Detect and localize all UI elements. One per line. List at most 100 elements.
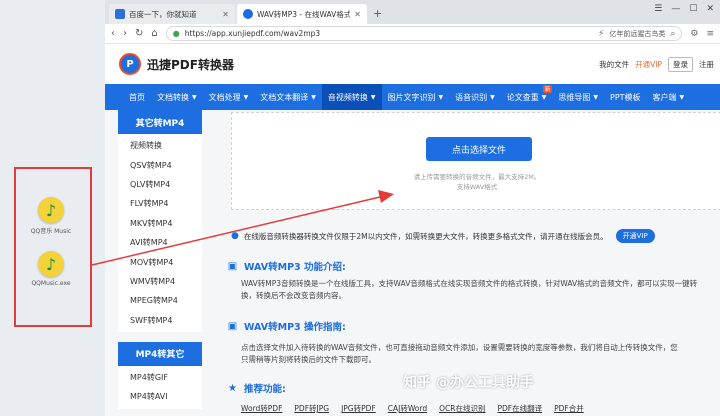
sidebar-item[interactable]: QSV转MP4 [118,155,202,174]
lightning-icon[interactable]: ⚡ [598,29,604,39]
tab-label: 百度一下，你就知道 [129,9,197,19]
desktop-icon-label: QQ音乐 Music [30,228,72,235]
nav-item[interactable]: PPT模板 [604,84,647,110]
desktop-icon-qqmusic[interactable]: ♪ QQ音乐 Music [20,197,82,235]
minimize-icon[interactable]: — [671,4,680,14]
guide-line: 只需稍等片刻将转换后的文件下载即可。 [241,355,376,364]
nav-item-label: 论文查重 [506,92,539,102]
nav-item[interactable]: 语音识别 ▼ [449,84,501,110]
sidebar-group-title: 其它转MP4 [118,110,202,134]
desktop-icon-qqmusic-exe[interactable]: ♪ QQMusic.exe [20,251,82,287]
maximize-icon[interactable]: ☐ [689,4,697,14]
nav-item-label: 客户端 [652,92,677,102]
recommend-title-text: 推荐功能: [244,384,286,395]
new-tab-button[interactable]: + [373,4,382,24]
sidebar-item[interactable]: SWF转MP4 [118,311,202,330]
star-icon: ★ [228,382,237,394]
vip-link[interactable]: 开通VIP [635,59,662,70]
sidebar-item[interactable]: AVI转MP4 [118,233,202,252]
upload-note: 请上传需要转换的音频文件，最大支持2M。 [413,173,541,181]
sidebar-item[interactable]: FLV转MP4 [118,194,202,213]
nav-item[interactable]: 论文查重 ▼ 新 [501,84,553,110]
sidebar-item[interactable]: MPEG转MP4 [118,291,202,310]
login-button[interactable]: 登录 [668,57,693,72]
upload-dropzone[interactable]: 点击选择文件 请上传需要转换的音频文件，最大支持2M。 支持WAV格式 [231,112,720,210]
sidebar-item[interactable]: MKV转MP4 [118,214,202,233]
sidebar-item[interactable]: 视频转换 [118,136,202,155]
sidebar-item[interactable]: MP4转AVI [118,387,202,406]
tab-baidu[interactable]: 百度一下，你就知道 ✕ [109,4,235,24]
document-icon: ▣ [227,260,238,272]
annotation-box [14,167,92,327]
register-link[interactable]: 注册 [699,59,714,70]
sidebar-item[interactable]: QLV转MP4 [118,175,202,194]
chevron-down-icon: ▼ [679,93,685,101]
chevron-down-icon: ▼ [438,93,444,101]
recommend-link[interactable]: OCR在线识别 [439,403,485,414]
sidebar-item[interactable]: WMV转MP4 [118,272,202,291]
new-badge: 新 [542,85,553,93]
guide-title-text: WAV转MP3 操作指南: [244,322,346,333]
music-note-icon: ♪ [38,197,64,223]
search-icon[interactable]: ⌕ [670,29,675,39]
open-vip-button[interactable]: 开通VIP [615,229,655,243]
skin-icon[interactable]: ☰ [654,4,662,14]
intro-line: WAV转MP3音频转换是一个在线版工具，支持WAV音频格式在线实现音频文件的格式… [241,279,698,288]
sidebar-list: MP4转GIF MP4转AVI [118,365,202,409]
recommend-link[interactable]: Word转PDF [241,403,282,414]
close-icon[interactable]: ✕ [354,10,361,19]
chevron-down-icon: ▼ [370,93,376,101]
nav-item[interactable]: 文档转换 ▼ [151,84,203,110]
recommend-link[interactable]: CAJ转Word [388,403,427,414]
forward-icon[interactable]: › [123,28,127,39]
back-icon[interactable]: ‹ [111,28,115,39]
notice-bar: ● 在线版音频转换器转换文件仅限于2M以内文件，如需转换更大文件，转换更多格式文… [231,227,720,245]
url-text: https://app.xunjiepdf.com/wav2mp3 [184,29,321,38]
upload-format-note: 支持WAV格式 [456,183,498,191]
guide-line: 点击选择文件加入待转换的WAV音频文件，也可直接拖动音频文件添加，设置需要转换的… [241,343,678,352]
recommend-link[interactable]: PDF在线翻译 [497,403,542,414]
page-content: 其它转MP4 视频转换 QSV转MP4 QLV转MP4 FLV转MP4 MKV转MP4 A… [105,110,720,416]
nav-item[interactable]: 思维导图 ▼ [552,84,604,110]
url-input[interactable]: ● https://app.xunjiepdf.com/wav2mp3 ⚡ 亿年… [165,26,683,41]
recommend-title: ★ 推荐功能: [227,381,286,396]
sidebar-item[interactable]: MP4转GIF [118,368,202,387]
nav-item-label: 音视频转换 [327,92,368,102]
nav-item[interactable]: 图片文字识别 ▼ [382,84,450,110]
logo-icon[interactable]: P [119,53,141,75]
main-nav: 首页 文档转换 ▼ 文档处理 ▼ 文档文本翻译 ▼ 音视频转换 ▼ 图片文字识别 ▼ 语音识别 ▼ 论文查… [105,84,720,110]
extensions-icon[interactable]: ⚙ [690,29,698,39]
nav-item[interactable]: 音视频转换 ▼ [321,84,382,110]
nav-item[interactable]: 文档文本翻译 ▼ [254,84,322,110]
nav-item-label: 思维导图 [558,92,591,102]
tab-bar: 百度一下，你就知道 ✕ WAV转MP3 - 在线WAV格式转换成 ✕ + ☰ —… [105,0,720,24]
guide-title: ▣ WAV转MP3 操作指南: [227,319,346,334]
sidebar-list: 视频转换 QSV转MP4 QLV转MP4 FLV转MP4 MKV转MP4 AVI转MP4 M… [118,134,202,332]
chevron-down-icon: ▼ [593,93,598,101]
recommend-link[interactable]: JPG转PDF [341,403,376,414]
tab-label: WAV转MP3 - 在线WAV格式转换成 [257,9,351,19]
close-window-icon[interactable]: ✕ [706,4,714,14]
nav-item[interactable]: 客户端 ▼ [647,84,691,110]
sidebar-group-title: MP4转其它 [118,341,202,366]
nav-item[interactable]: 首页 [123,84,151,110]
choose-file-button[interactable]: 点击选择文件 [426,137,532,161]
secure-lock-icon: ● [172,29,180,38]
nav-item[interactable]: 文档处理 ▼ [203,84,255,110]
desktop-icon-label: QQMusic.exe [31,280,71,287]
tab-wav2mp3[interactable]: WAV转MP3 - 在线WAV格式转换成 ✕ [237,4,367,24]
site-favicon-icon [243,9,253,19]
hot-search-text[interactable]: 亿年前远猩古鸟类 [609,29,665,39]
site-logo-text[interactable]: 迅捷PDF转换器 [147,56,234,73]
recommend-link[interactable]: PDF合并 [554,403,584,414]
notice-text: 在线版音频转换器转换文件仅限于2M以内文件，如需转换更大文件，转换更多格式文件，… [243,231,608,241]
nav-item-label: 文档处理 [208,92,241,102]
sidebar-item[interactable]: MOV转MP4 [118,252,202,271]
refresh-icon[interactable]: ↻ [135,28,143,39]
recommend-link[interactable]: PDF转JPG [294,403,329,414]
menu-icon[interactable]: ≡ [706,29,714,39]
chevron-down-icon: ▼ [541,93,547,101]
home-icon[interactable]: ⌂ [151,28,157,39]
close-icon[interactable]: ✕ [222,10,229,19]
my-files-link[interactable]: 我的文件 [599,59,629,70]
